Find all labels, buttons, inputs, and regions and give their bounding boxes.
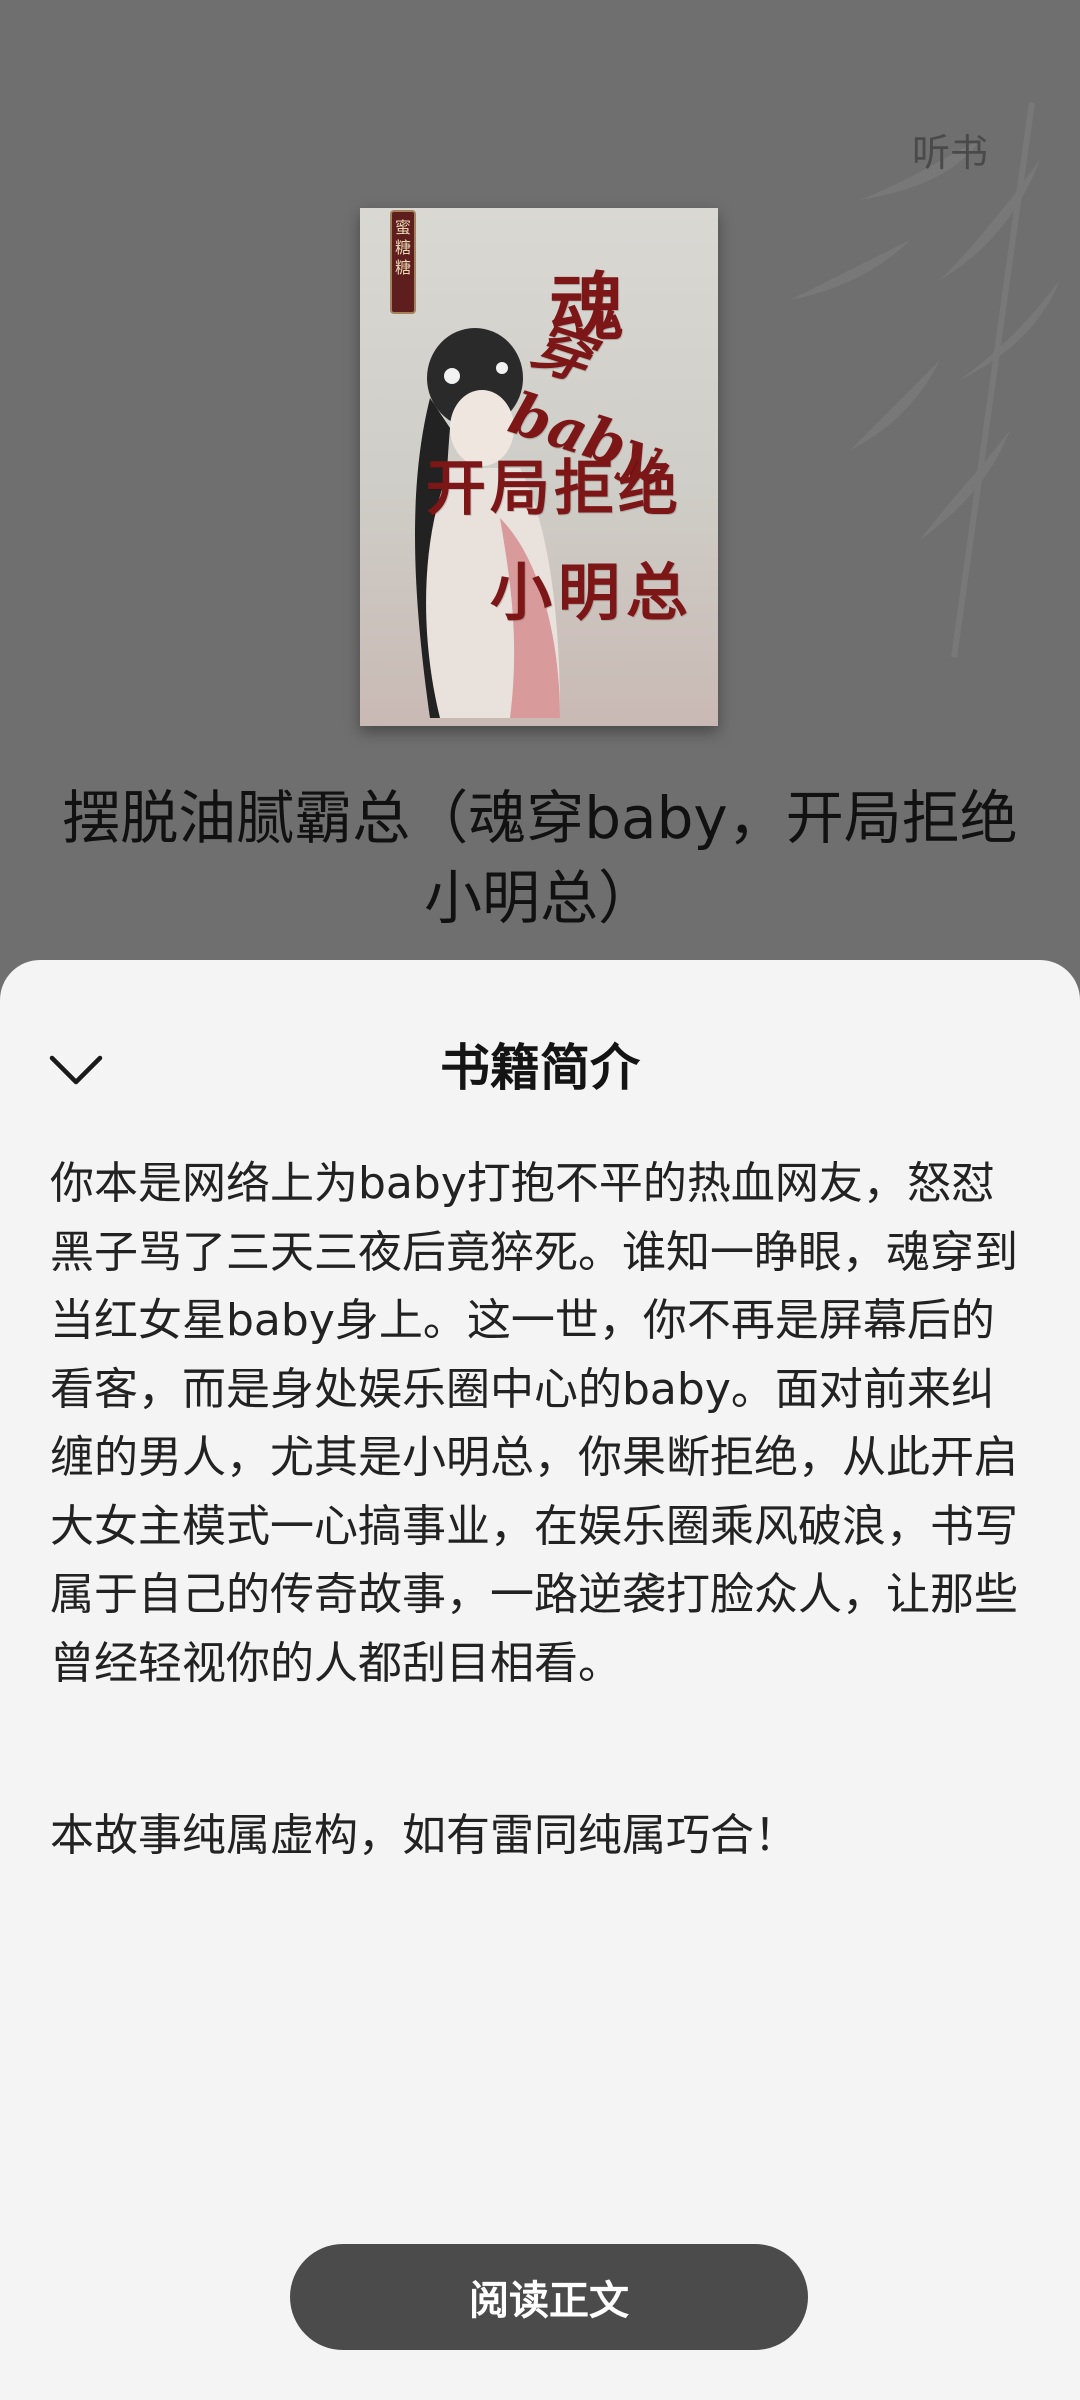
book-intro-text: 你本是网络上为baby打抱不平的热血网友，怒怼黑子骂了三天三夜后竟猝死。谁知一睁… (50, 1150, 1030, 1698)
cover-title-line4: 小明总 (490, 556, 695, 629)
cover-author-tag: 蜜糖糖 (390, 210, 416, 314)
sheet-title: 书籍简介 (440, 1039, 640, 1097)
book-intro-sheet: 书籍简介 你本是网络上为baby打抱不平的热血网友，怒怼黑子骂了三天三夜后竟猝死… (0, 960, 1080, 2400)
intro-paragraph: 你本是网络上为baby打抱不平的热血网友，怒怼黑子骂了三天三夜后竟猝死。谁知一睁… (50, 1158, 1018, 1689)
read-main-text-button[interactable]: 阅读正文 (290, 2244, 808, 2350)
sheet-header: 书籍简介 (0, 960, 1080, 1110)
disclaimer-text: 本故事纯属虚构，如有雷同纯属巧合！ (50, 1810, 798, 1861)
listen-button[interactable]: 听书 (912, 122, 988, 177)
book-title: 摆脱油腻霸总（魂穿baby，开局拒绝小明总） (62, 784, 1018, 932)
book-cover: 蜜糖糖 魂 穿baby, 开局拒绝 小明总 (360, 208, 718, 726)
cover-title-line3: 开局拒绝 (426, 454, 682, 524)
bamboo-decoration (790, 102, 1060, 658)
